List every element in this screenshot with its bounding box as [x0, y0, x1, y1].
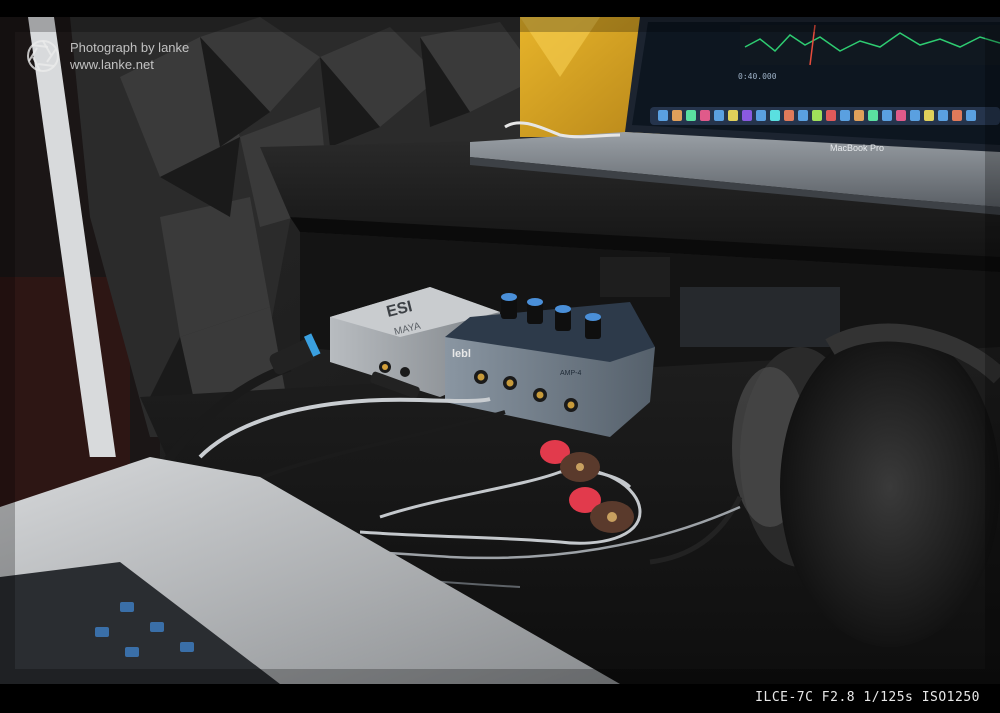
studio-photo: 0:40.000 MacBook Pro ESI MAYA lebl AMP-4… [0, 17, 1000, 684]
exif-caption: ILCE-7C F2.8 1/125s ISO1250 [755, 690, 980, 705]
photo-illustration: 0:40.000 MacBook Pro ESI MAYA lebl AMP-4 [0, 17, 1000, 684]
photo-frame: 0:40.000 MacBook Pro ESI MAYA lebl AMP-4… [0, 0, 1000, 713]
watermark: Photograph by lanke www.lanke.net [26, 39, 189, 73]
amp-brand: lebl [452, 348, 471, 360]
laptop-label: MacBook Pro [830, 143, 884, 153]
watermark-line-1: Photograph by lanke [70, 40, 190, 55]
amp-model: AMP-4 [560, 370, 582, 377]
watermark-line-2: www.lanke.net [70, 57, 154, 72]
aperture-icon [27, 40, 59, 72]
screen-timecode: 0:40.000 [738, 72, 777, 81]
